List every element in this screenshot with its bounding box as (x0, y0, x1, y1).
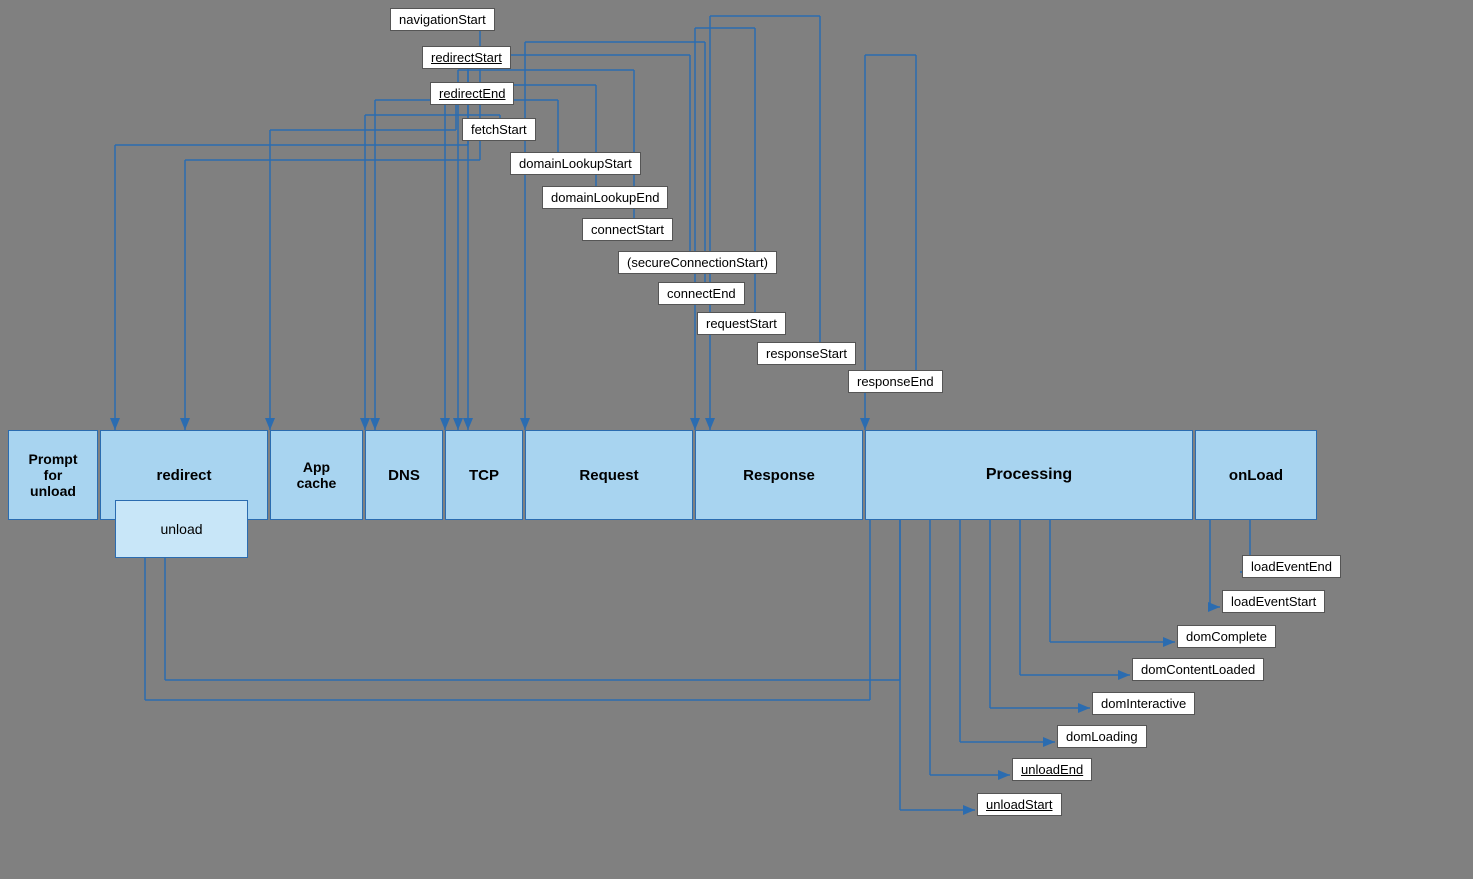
label-domainLookupStart: domainLookupStart (510, 152, 641, 175)
label-domComplete: domComplete (1177, 625, 1276, 648)
label-unloadStart: unloadStart (977, 793, 1062, 816)
diagram-container: Prompt for unload redirect App cache DNS… (0, 0, 1473, 879)
prompt-box: Prompt for unload (8, 430, 98, 520)
tcp-box: TCP (445, 430, 523, 520)
label-responseEnd: responseEnd (848, 370, 943, 393)
label-redirectEnd: redirectEnd (430, 82, 514, 105)
label-domLoading: domLoading (1057, 725, 1147, 748)
label-connectStart: connectStart (582, 218, 673, 241)
unload-box: unload (115, 500, 248, 558)
label-loadEventStart: loadEventStart (1222, 590, 1325, 613)
onload-box: onLoad (1195, 430, 1317, 520)
label-secureConnectionStart: (secureConnectionStart) (618, 251, 777, 274)
response-box: Response (695, 430, 863, 520)
appcache-box: App cache (270, 430, 363, 520)
label-domInteractive: domInteractive (1092, 692, 1195, 715)
request-box: Request (525, 430, 693, 520)
label-connectEnd: connectEnd (658, 282, 745, 305)
label-requestStart: requestStart (697, 312, 786, 335)
processing-box: Processing (865, 430, 1193, 520)
dns-box: DNS (365, 430, 443, 520)
label-domainLookupEnd: domainLookupEnd (542, 186, 668, 209)
label-fetchStart: fetchStart (462, 118, 536, 141)
label-domContentLoaded: domContentLoaded (1132, 658, 1264, 681)
label-loadEventEnd: loadEventEnd (1242, 555, 1341, 578)
label-unloadEnd: unloadEnd (1012, 758, 1092, 781)
label-navigationStart: navigationStart (390, 8, 495, 31)
label-redirectStart: redirectStart (422, 46, 511, 69)
label-responseStart: responseStart (757, 342, 856, 365)
